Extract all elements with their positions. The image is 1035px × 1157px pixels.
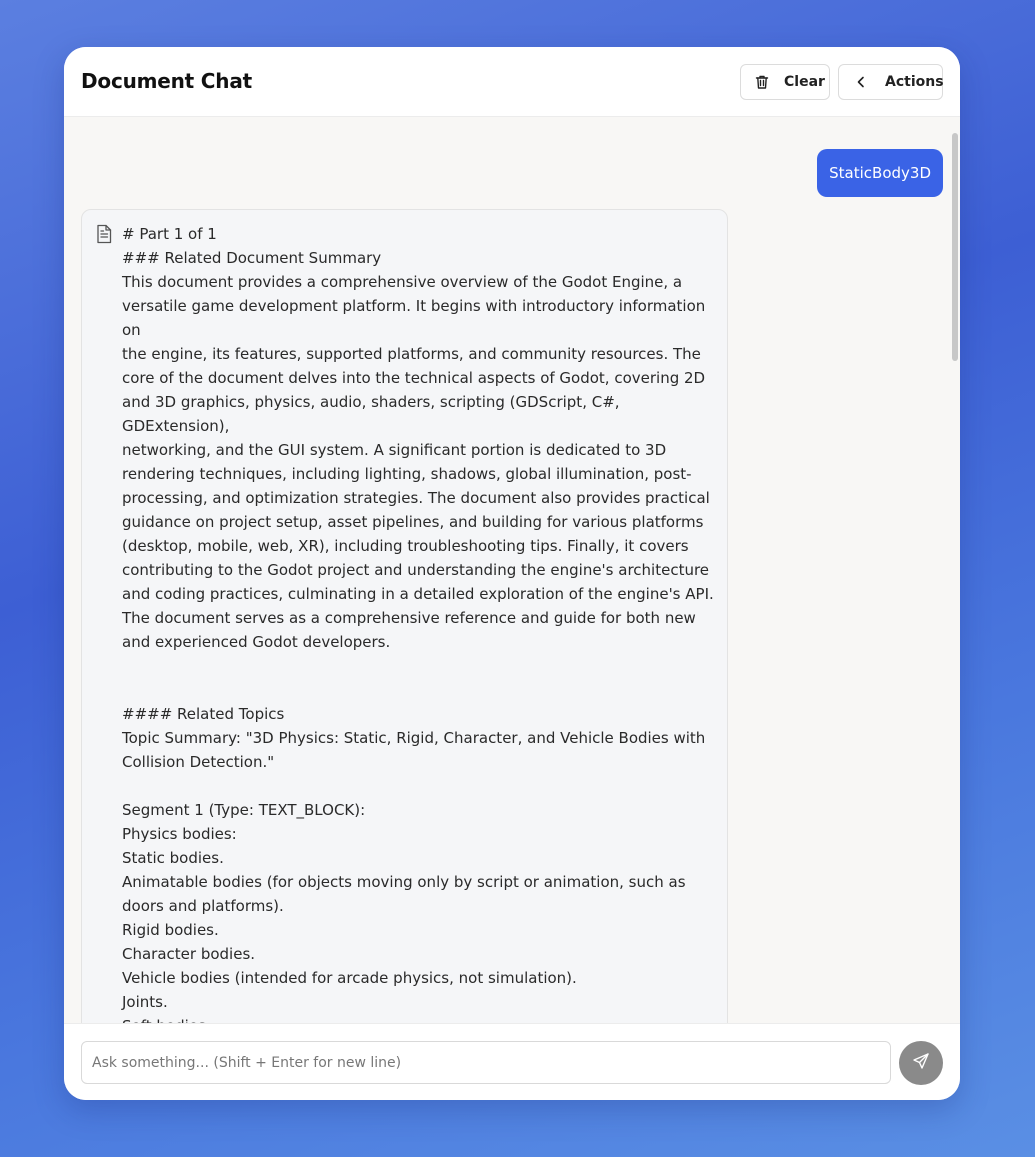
message-list[interactable]: StaticBody3D # Part 1 of 1 ### Related Do… [64, 117, 960, 1023]
trash-icon [754, 74, 770, 90]
assistant-message-line: the engine, its features, supported plat… [122, 345, 701, 363]
assistant-message-line: #### Related Topics [122, 705, 285, 723]
assistant-message-line: and coding practices, culminating in a d… [122, 585, 714, 603]
document-icon [95, 224, 113, 244]
chat-window: Document Chat Clear Actions StaticBody3D… [64, 47, 960, 1100]
header: Document Chat Clear Actions [64, 47, 960, 117]
message-input[interactable] [81, 1041, 891, 1084]
assistant-message-line: guidance on project setup, asset pipelin… [122, 513, 704, 531]
assistant-message-line: This document provides a comprehensive o… [122, 273, 683, 291]
assistant-message: # Part 1 of 1 ### Related Document Summar… [81, 209, 728, 1023]
assistant-message-line: Character bodies. [122, 945, 256, 963]
assistant-message-text: # Part 1 of 1 ### Related Document Summar… [122, 222, 720, 1023]
clear-button-label: Clear [784, 74, 825, 90]
assistant-message-line: The document serves as a comprehensive r… [122, 609, 696, 627]
chevron-left-icon [853, 74, 869, 90]
send-button[interactable] [899, 1041, 943, 1085]
assistant-message-line: rendering techniques, including lighting… [122, 465, 692, 483]
assistant-message-line: (desktop, mobile, web, XR), including tr… [122, 537, 689, 555]
assistant-message-line: Physics bodies: [122, 825, 237, 843]
assistant-message-line: # Part 1 of 1 [122, 225, 217, 243]
assistant-message-line [122, 774, 720, 798]
assistant-message-line: Segment 1 (Type: TEXT_BLOCK): [122, 801, 366, 819]
send-icon [912, 1052, 930, 1074]
actions-button[interactable]: Actions [838, 64, 944, 100]
clear-button[interactable]: Clear [740, 64, 830, 100]
scrollbar[interactable] [952, 133, 958, 361]
assistant-message-line: processing, and optimization strategies.… [122, 489, 710, 507]
assistant-message-line: Animatable bodies (for objects moving on… [122, 873, 686, 891]
assistant-message-line [122, 678, 720, 702]
assistant-message-line: Vehicle bodies (intended for arcade phys… [122, 969, 577, 987]
page-title: Document Chat [81, 69, 252, 93]
assistant-message-line: Collision Detection." [122, 753, 275, 771]
assistant-message-line: doors and platforms). [122, 897, 284, 915]
assistant-message-line: Joints. [122, 993, 168, 1011]
assistant-message-line: Static bodies. [122, 849, 224, 867]
actions-button-label: Actions [885, 74, 944, 90]
assistant-message-line: ### Related Document Summary [122, 249, 382, 267]
assistant-message-line: Topic Summary: "3D Physics: Static, Rigi… [122, 729, 706, 747]
assistant-message-line: Rigid bodies. [122, 921, 219, 939]
assistant-message-line: networking, and the GUI system. A signif… [122, 441, 667, 459]
assistant-message-line: contributing to the Godot project and un… [122, 561, 710, 579]
assistant-message-line: and 3D graphics, physics, audio, shaders… [122, 393, 625, 435]
user-message: StaticBody3D [817, 149, 943, 197]
assistant-message-line: and experienced Godot developers. [122, 633, 391, 651]
assistant-message-line [122, 654, 720, 678]
assistant-message-line: core of the document delves into the tec… [122, 369, 706, 387]
assistant-message-line: versatile game development platform. It … [122, 297, 711, 339]
composer [64, 1023, 960, 1100]
assistant-message-line: Soft bodies. [122, 1014, 720, 1023]
